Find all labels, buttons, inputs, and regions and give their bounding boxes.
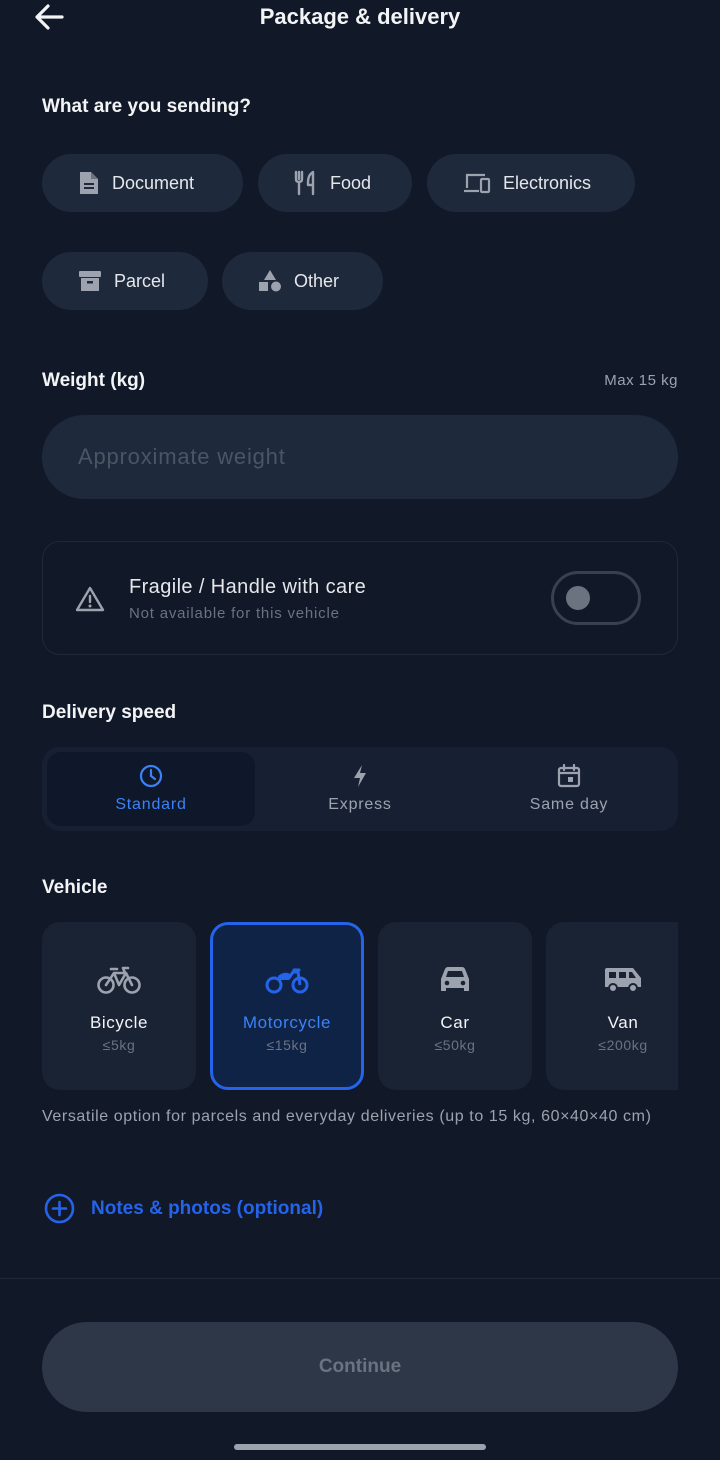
plus-circle-icon	[44, 1193, 75, 1224]
fragile-toggle[interactable]	[551, 571, 641, 625]
vehicle-capacity: ≤200kg	[598, 1037, 648, 1053]
speed-option-express[interactable]: Express	[256, 752, 464, 826]
speed-option-label: Express	[328, 796, 392, 813]
vehicle-card-bicycle[interactable]: Bicycle ≤5kg	[42, 922, 196, 1090]
weight-label: Weight (kg)	[42, 370, 146, 391]
chip-parcel[interactable]: Parcel	[42, 252, 208, 310]
clock-icon	[139, 764, 163, 788]
bicycle-icon	[97, 966, 141, 994]
vehicle-capacity: ≤15kg	[266, 1037, 308, 1053]
vehicle-card-van[interactable]: Van ≤200kg	[546, 922, 678, 1090]
vehicle-card-motorcycle[interactable]: Motorcycle ≤15kg	[210, 922, 364, 1090]
archive-box-icon	[79, 271, 101, 291]
chip-document[interactable]: Document	[42, 154, 243, 212]
fragile-subtitle: Not available for this vehicle	[129, 605, 340, 622]
vehicle-capacity: ≤50kg	[434, 1037, 476, 1053]
chip-electronics[interactable]: Electronics	[427, 154, 635, 212]
fragile-card: Fragile / Handle with care Not available…	[42, 541, 678, 655]
speed-label: Delivery speed	[42, 702, 177, 723]
notes-label: Notes & photos (optional)	[91, 1197, 324, 1219]
footer-divider	[0, 1278, 720, 1279]
warning-icon	[75, 586, 105, 612]
vehicle-name: Bicycle	[89, 1013, 149, 1032]
speed-option-label: Standard	[115, 796, 187, 813]
chip-label: Document	[112, 172, 195, 193]
vehicle-description: Versatile option for parcels and everyda…	[42, 1108, 652, 1125]
vehicle-name: Motorcycle	[242, 1013, 332, 1032]
chip-label: Food	[330, 172, 372, 193]
home-indicator	[234, 1444, 486, 1450]
toggle-knob	[566, 586, 590, 610]
continue-button[interactable]: Continue	[42, 1322, 678, 1412]
speed-option-standard[interactable]: Standard	[47, 752, 255, 826]
chip-label: Electronics	[503, 172, 592, 193]
fragile-title: Fragile / Handle with care	[129, 576, 367, 598]
notes-photos-link[interactable]: Notes & photos (optional)	[44, 1193, 323, 1224]
weight-max-hint: Max 15 kg	[604, 372, 678, 389]
speed-option-same-day[interactable]: Same day	[465, 752, 673, 826]
van-icon	[605, 968, 641, 993]
weight-input[interactable]	[42, 415, 678, 499]
vehicle-name: Car	[440, 1013, 470, 1032]
motorcycle-icon	[265, 968, 309, 994]
speed-option-label: Same day	[529, 796, 609, 813]
devices-icon	[464, 173, 491, 194]
car-icon	[441, 967, 469, 991]
chip-label: Parcel	[114, 270, 166, 291]
chip-other[interactable]: Other	[222, 252, 383, 310]
header: Package & delivery	[0, 0, 720, 40]
document-icon	[80, 172, 98, 194]
vehicle-name: Van	[607, 1013, 639, 1032]
vehicle-capacity: ≤5kg	[102, 1037, 136, 1053]
calendar-icon	[557, 764, 581, 788]
speed-segmented-control: Standard Express Same day	[42, 747, 678, 831]
vehicle-carousel[interactable]: Bicycle ≤5kg Motorcycle ≤15kg Car ≤50kg	[42, 922, 678, 1090]
chip-label: Other	[294, 270, 340, 291]
lightning-icon	[354, 765, 366, 787]
utensils-icon	[294, 170, 315, 196]
shapes-icon	[259, 270, 281, 292]
vehicle-label: Vehicle	[42, 877, 108, 898]
page-title: Package & delivery	[259, 4, 461, 29]
chip-food[interactable]: Food	[258, 154, 412, 212]
sending-label: What are you sending?	[42, 96, 252, 117]
vehicle-card-car[interactable]: Car ≤50kg	[378, 922, 532, 1090]
